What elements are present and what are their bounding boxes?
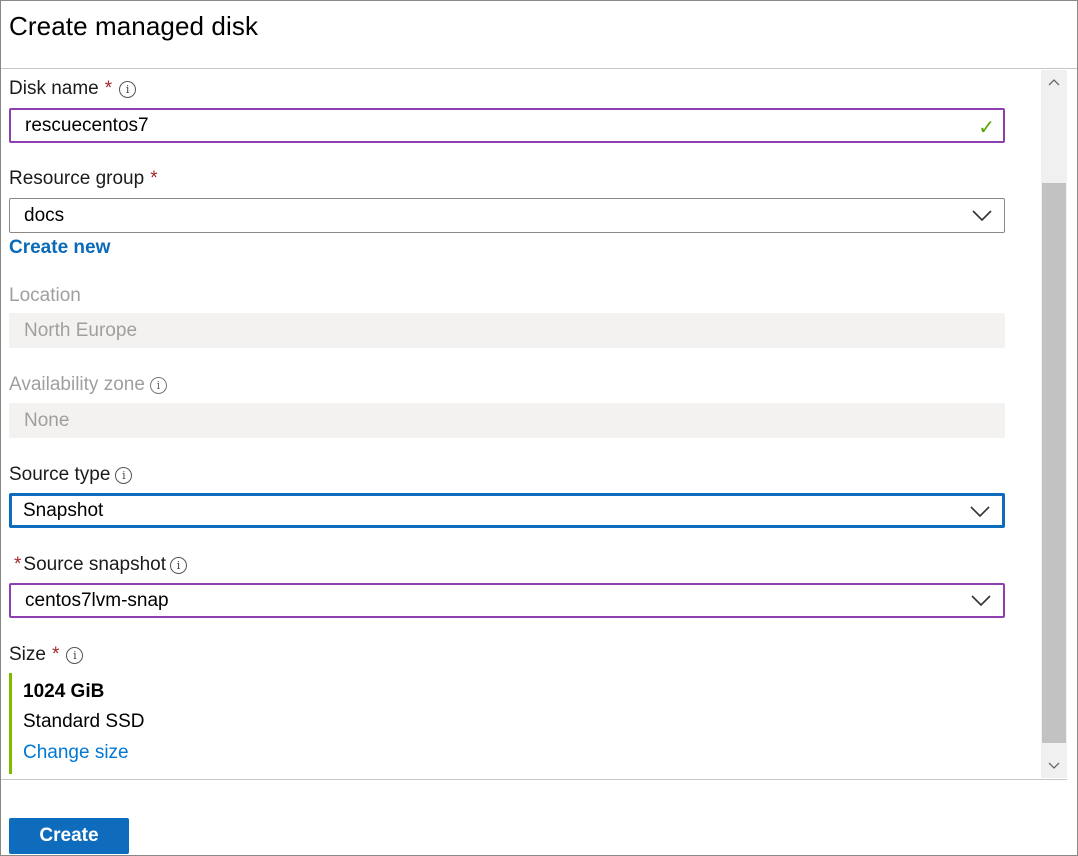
scroll-up-arrow-icon[interactable] — [1041, 70, 1067, 94]
scrollbar-thumb[interactable] — [1042, 183, 1066, 743]
disk-name-input[interactable]: rescuecentos7 ✓ — [9, 108, 1005, 143]
required-marker: * — [51, 644, 60, 665]
chevron-down-icon — [971, 595, 991, 607]
size-summary: 1024 GiB Standard SSD Change size — [9, 673, 309, 774]
create-managed-disk-dialog: Create managed disk Disk name * i rescue… — [0, 0, 1078, 856]
source-type-dropdown[interactable]: Snapshot — [9, 493, 1005, 528]
size-label-text: Size — [9, 644, 46, 665]
chevron-down-icon — [972, 210, 992, 222]
source-snapshot-dropdown[interactable]: centos7lvm-snap — [9, 583, 1005, 618]
scroll-down-arrow-icon[interactable] — [1041, 754, 1067, 778]
disk-name-label: Disk name * i — [9, 78, 137, 100]
availability-zone-label: Availability zone i — [9, 374, 167, 396]
change-size-link[interactable]: Change size — [23, 742, 129, 764]
availability-zone-value: None — [24, 409, 70, 431]
source-snapshot-label-text: Source snapshot — [23, 554, 166, 575]
info-icon[interactable]: i — [66, 646, 84, 664]
disk-name-label-text: Disk name — [9, 78, 99, 99]
resource-group-dropdown[interactable]: docs — [9, 198, 1005, 233]
source-type-label-text: Source type — [9, 464, 111, 485]
location-label-text: Location — [9, 285, 81, 306]
create-new-resource-group-link[interactable]: Create new — [9, 237, 110, 259]
create-button[interactable]: Create — [9, 818, 129, 854]
required-marker: * — [104, 78, 113, 99]
source-type-label: Source type i — [9, 464, 133, 486]
info-icon[interactable]: i — [115, 466, 133, 484]
location-label: Location — [9, 285, 81, 307]
availability-zone-field: None — [9, 403, 1005, 438]
valid-check-icon: ✓ — [978, 117, 995, 139]
size-label: Size * i — [9, 644, 84, 666]
info-icon[interactable]: i — [170, 556, 187, 574]
title-bar: Create managed disk — [1, 1, 1077, 69]
chevron-down-icon — [970, 506, 990, 518]
footer-divider — [1, 779, 1067, 780]
form-content: Disk name * i rescuecentos7 ✓ Resource g… — [1, 70, 1041, 778]
disk-name-value: rescuecentos7 — [25, 114, 149, 136]
source-snapshot-label: * Source snapshot i — [14, 554, 187, 576]
page-title: Create managed disk — [9, 11, 259, 41]
vertical-scrollbar[interactable] — [1041, 70, 1067, 778]
resource-group-label: Resource group * — [9, 168, 158, 190]
source-type-value: Snapshot — [23, 499, 104, 521]
required-marker: * — [150, 168, 158, 189]
size-amount: 1024 GiB — [23, 681, 105, 702]
source-snapshot-value: centos7lvm-snap — [25, 589, 169, 611]
resource-group-label-text: Resource group — [9, 168, 145, 189]
size-sku: Standard SSD — [23, 711, 145, 732]
info-icon[interactable]: i — [149, 376, 167, 394]
availability-zone-label-text: Availability zone — [9, 374, 145, 395]
location-value: North Europe — [24, 319, 138, 341]
info-icon[interactable]: i — [119, 80, 137, 98]
resource-group-value: docs — [24, 204, 65, 226]
location-field: North Europe — [9, 313, 1005, 348]
required-marker: * — [14, 554, 22, 575]
